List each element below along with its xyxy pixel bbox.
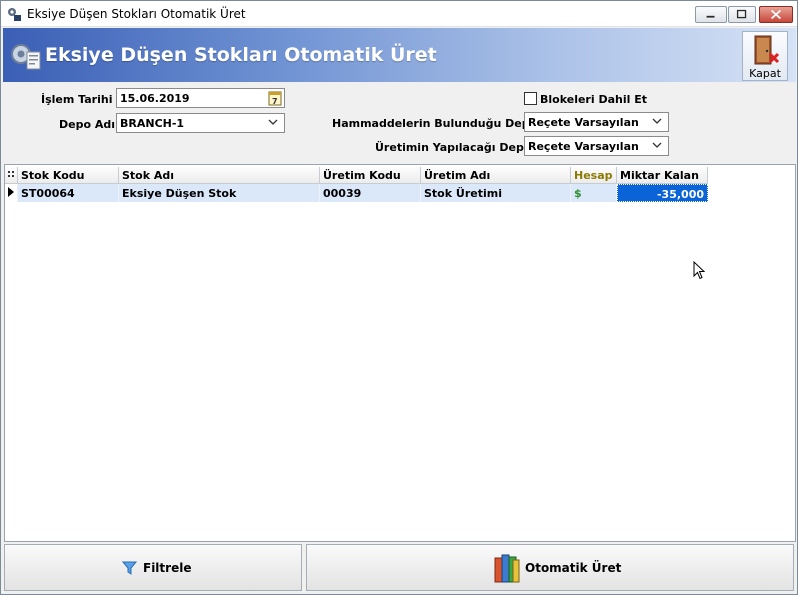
svg-text:7: 7 (272, 97, 278, 106)
maximize-button[interactable] (728, 6, 756, 23)
maximize-icon (736, 9, 747, 19)
row-indicator[interactable] (5, 184, 18, 202)
calendar-icon[interactable]: 7 (268, 90, 282, 106)
close-window-button[interactable] (759, 6, 793, 23)
uretim-depo-value: Reçete Varsayılan (528, 140, 639, 153)
minimize-icon (706, 15, 715, 18)
stock-grid: Stok Kodu Stok Adı Üretim Kodu Üretim Ad… (4, 164, 796, 542)
column-stok-kodu[interactable]: Stok Kodu (18, 167, 119, 184)
kapat-button[interactable]: Kapat (742, 31, 788, 81)
depo-adi-label: Depo Adı (59, 118, 116, 131)
app-window: Eksiye Düşen Stokları Otomatik Üret Eksi… (0, 0, 798, 595)
blokeleri-checkbox[interactable] (524, 92, 537, 105)
islem-tarihi-label: İşlem Tarihi (41, 93, 113, 106)
column-hesap[interactable]: Hesap (571, 167, 617, 184)
bottom-bar: Filtrele Otomatik Üret (4, 544, 796, 592)
cell-stok-kodu[interactable]: ST00064 (18, 184, 119, 202)
filtrele-label: Filtrele (143, 561, 192, 575)
chevron-down-icon (652, 142, 662, 148)
kapat-label: Kapat (749, 67, 781, 80)
grid-row-header[interactable] (5, 167, 18, 184)
depo-adi-value: BRANCH-1 (120, 117, 185, 130)
gears-icon (11, 44, 41, 70)
filtrele-button[interactable]: Filtrele (4, 544, 302, 591)
door-exit-icon (754, 35, 780, 65)
islem-tarihi-field[interactable]: 15.06.2019 7 (116, 88, 285, 108)
cell-uretim-kodu[interactable]: 00039 (320, 184, 421, 202)
cell-miktar-kalan[interactable]: -35,000 (617, 184, 708, 202)
hammadde-depo-select[interactable]: Reçete Varsayılan (524, 112, 669, 132)
row-pointer-icon (8, 187, 14, 197)
books-icon (494, 554, 520, 583)
grid-dots-icon (8, 171, 14, 177)
close-icon (770, 9, 782, 20)
column-uretim-kodu[interactable]: Üretim Kodu (320, 167, 421, 184)
otomatik-uret-button[interactable]: Otomatik Üret (306, 544, 794, 591)
chevron-down-icon (268, 119, 278, 125)
cell-stok-adi[interactable]: Eksiye Düşen Stok (119, 184, 320, 202)
mouse-cursor-icon (693, 261, 706, 280)
window-title: Eksiye Düşen Stokları Otomatik Üret (27, 7, 246, 21)
otomatik-uret-label: Otomatik Üret (525, 561, 622, 575)
depo-adi-select[interactable]: BRANCH-1 (116, 113, 285, 133)
column-stok-adi[interactable]: Stok Adı (119, 167, 320, 184)
filter-icon (122, 561, 137, 575)
chevron-down-icon (652, 118, 662, 124)
page-header: Eksiye Düşen Stokları Otomatik Üret (3, 28, 796, 82)
cell-uretim-adi[interactable]: Stok Üretimi (421, 184, 571, 202)
uretim-depo-label: Üretimin Yapılacağı Depo (375, 141, 532, 154)
cell-hesap[interactable]: $ (571, 184, 617, 202)
minimize-button[interactable] (695, 6, 727, 23)
column-uretim-adi[interactable]: Üretim Adı (421, 167, 571, 184)
page-title: Eksiye Düşen Stokları Otomatik Üret (45, 44, 437, 66)
hammadde-depo-value: Reçete Varsayılan (528, 116, 639, 129)
islem-tarihi-value: 15.06.2019 (120, 92, 190, 105)
blokeleri-label: Blokeleri Dahil Et (540, 93, 647, 106)
hammadde-depo-label: Hammaddelerin Bulunduğu Depo (332, 117, 538, 130)
uretim-depo-select[interactable]: Reçete Varsayılan (524, 136, 669, 156)
column-miktar-kalan[interactable]: Miktar Kalan (617, 167, 708, 184)
app-gear-icon (8, 8, 21, 21)
title-bar: Eksiye Düşen Stokları Otomatik Üret (1, 1, 797, 27)
